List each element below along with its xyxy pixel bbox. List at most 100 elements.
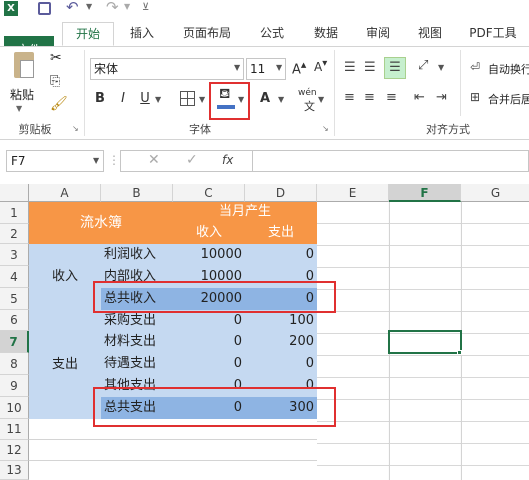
tab-home[interactable]: 开始 [62, 22, 114, 46]
border-icon[interactable] [180, 91, 195, 106]
income-cell[interactable]: 10000 [173, 244, 245, 266]
save-icon[interactable] [38, 2, 51, 15]
paste-dropdown-icon[interactable]: ▼ [16, 104, 22, 113]
name-box[interactable]: F7 [6, 150, 104, 172]
column-header-e[interactable]: E [317, 184, 389, 202]
orientation-icon[interactable]: ⤢ [418, 58, 428, 73]
name-box-dropdown-icon[interactable]: ▼ [93, 156, 99, 165]
insert-function-button[interactable]: fx [222, 153, 233, 167]
fill-color-dropdown-icon[interactable]: ▼ [238, 95, 244, 104]
row-header-7[interactable]: 7 [0, 331, 29, 353]
expense-cell[interactable]: 200 [245, 331, 317, 353]
font-name-dropdown-icon[interactable]: ▼ [234, 63, 240, 72]
expense-cell[interactable]: 100 [245, 310, 317, 331]
copy-icon[interactable]: ⎘ [50, 74, 60, 89]
tab-page-layout[interactable]: 页面布局 [172, 22, 242, 44]
enter-icon[interactable]: ✓ [186, 152, 198, 168]
font-color-dropdown-icon[interactable]: ▼ [278, 95, 284, 104]
increase-indent-icon[interactable]: ⇥ [436, 90, 447, 105]
tab-pdf-tools[interactable]: PDF工具 [462, 22, 524, 44]
tab-insert[interactable]: 插入 [120, 22, 164, 44]
cancel-icon[interactable]: ✕ [148, 152, 160, 168]
item-cell[interactable]: 材料支出 [101, 331, 173, 353]
tab-data[interactable]: 数据 [304, 22, 348, 44]
expense-group-label[interactable]: 支出 [29, 310, 101, 419]
select-all-button[interactable] [0, 184, 29, 202]
tab-formulas[interactable]: 公式 [250, 22, 294, 44]
month-header[interactable]: 当月产生 [173, 202, 317, 222]
row-header-1[interactable]: 1 [0, 202, 29, 224]
underline-button[interactable]: U [138, 89, 152, 109]
format-painter-icon[interactable]: 🖌 [50, 96, 68, 112]
column-header-b[interactable]: B [101, 184, 173, 202]
undo-icon[interactable]: ↶ [66, 0, 79, 16]
column-header-d[interactable]: D [245, 184, 317, 202]
redo-dropdown-icon[interactable]: ▼ [124, 2, 130, 11]
font-color-button[interactable]: A [258, 89, 272, 109]
tab-view[interactable]: 视图 [408, 22, 452, 44]
phonetic-dropdown-icon[interactable]: ▼ [318, 95, 324, 104]
item-cell[interactable]: 采购支出 [101, 310, 173, 331]
redo-icon[interactable]: ↷ [106, 0, 119, 16]
border-dropdown-icon[interactable]: ▼ [199, 95, 205, 104]
row-header-10[interactable]: 10 [0, 397, 29, 419]
merge-center-button[interactable]: 合并后居中 [488, 91, 529, 107]
income-header[interactable]: 收入 [173, 222, 245, 244]
customize-quick-access-icon[interactable]: ⊻ [142, 2, 149, 13]
formula-input[interactable] [252, 150, 529, 172]
align-center-icon[interactable]: ≡ [364, 90, 375, 105]
expense-cell[interactable]: 0 [245, 244, 317, 266]
italic-button[interactable]: I [116, 89, 130, 109]
selected-cell[interactable] [388, 330, 462, 354]
phonetic-button[interactable]: wén [298, 88, 317, 98]
row-header-13[interactable]: 13 [0, 461, 29, 480]
align-middle-icon[interactable]: ☰ [364, 60, 376, 75]
tab-review[interactable]: 审阅 [356, 22, 400, 44]
column-header-g[interactable]: G [461, 184, 529, 202]
row-header-5[interactable]: 5 [0, 288, 29, 310]
row-header-12[interactable]: 12 [0, 440, 29, 461]
column-header-f[interactable]: F [389, 184, 461, 202]
orientation-dropdown-icon[interactable]: ▼ [438, 63, 444, 72]
align-top-icon[interactable]: ☰ [344, 60, 356, 75]
phonetic-icon[interactable]: 文 [304, 98, 315, 114]
row-header-3[interactable]: 3 [0, 244, 29, 266]
decrease-font-icon[interactable]: A▾ [314, 58, 327, 74]
underline-dropdown-icon[interactable]: ▼ [155, 95, 161, 104]
bold-button[interactable]: B [93, 89, 107, 109]
expense-header[interactable]: 支出 [245, 222, 317, 244]
font-size-dropdown-icon[interactable]: ▼ [276, 63, 282, 72]
row-header-11[interactable]: 11 [0, 419, 29, 440]
align-left-icon[interactable]: ≡ [344, 90, 355, 105]
clipboard-launcher-icon[interactable]: ↘ [72, 124, 79, 133]
paste-button[interactable]: 粘贴 [10, 86, 42, 103]
income-cell[interactable]: 0 [173, 353, 245, 375]
item-cell[interactable]: 待遇支出 [101, 353, 173, 375]
font-launcher-icon[interactable]: ↘ [322, 124, 329, 133]
row-header-2[interactable]: 2 [0, 224, 29, 244]
row-header-8[interactable]: 8 [0, 353, 29, 375]
paste-icon[interactable] [10, 52, 38, 82]
income-cell[interactable]: 0 [173, 310, 245, 331]
column-header-a[interactable]: A [29, 184, 101, 202]
fill-handle[interactable] [457, 350, 462, 355]
fill-color-icon[interactable]: ⛾ [219, 86, 230, 104]
row-header-9[interactable]: 9 [0, 375, 29, 397]
align-right-icon[interactable]: ≡ [386, 90, 397, 105]
undo-dropdown-icon[interactable]: ▼ [86, 2, 92, 11]
cut-icon[interactable]: ✂ [50, 50, 62, 66]
merge-center-icon[interactable]: ⊞ [470, 90, 480, 104]
column-header-c[interactable]: C [173, 184, 245, 202]
align-bottom-icon[interactable]: ☰ [384, 57, 406, 79]
increase-font-icon[interactable]: A▴ [292, 58, 306, 77]
wrap-text-button[interactable]: 自动换行 [488, 61, 529, 77]
decrease-indent-icon[interactable]: ⇤ [414, 90, 425, 105]
income-group-label[interactable]: 收入 [29, 244, 101, 310]
income-cell[interactable]: 0 [173, 331, 245, 353]
item-cell[interactable]: 利润收入 [101, 244, 173, 266]
wrap-text-icon[interactable]: ⏎ [470, 60, 480, 74]
ledger-title[interactable]: 流水簿 [29, 202, 173, 244]
font-name-select[interactable]: 宋体 [90, 58, 244, 80]
expense-cell[interactable]: 0 [245, 353, 317, 375]
row-header-4[interactable]: 4 [0, 266, 29, 288]
